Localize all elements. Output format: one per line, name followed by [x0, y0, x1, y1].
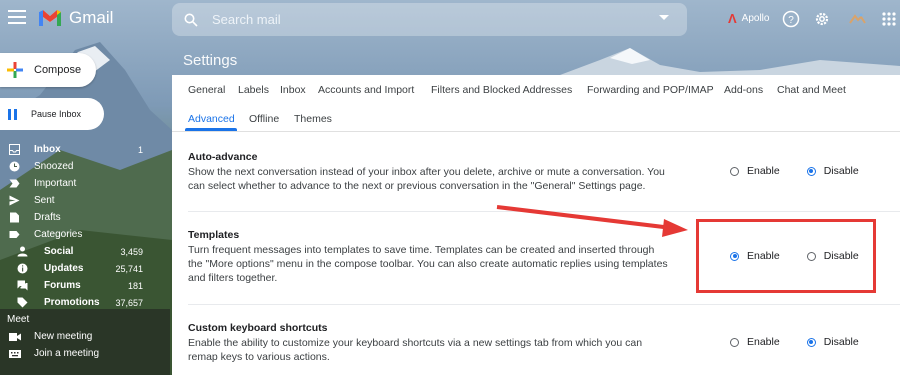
tab-inbox[interactable]: Inbox: [280, 84, 306, 96]
tab-chat-and-meet[interactable]: Chat and Meet: [777, 84, 846, 96]
pause-inbox-button[interactable]: Pause Inbox: [0, 98, 104, 130]
sidebar-item-label: Promotions: [44, 297, 100, 308]
apollo-label: Apollo: [741, 13, 770, 24]
top-header: Gmail Λ Apollo ?: [0, 0, 900, 38]
auto-advance-disable-radio[interactable]: [806, 166, 816, 176]
apollo-logo-icon: Λ: [728, 11, 737, 26]
enable-label[interactable]: Enable: [747, 165, 780, 177]
sidebar-item-label: Forums: [44, 280, 81, 291]
setting-description: Turn frequent messages into templates to…: [188, 244, 668, 284]
search-icon[interactable]: [184, 13, 198, 27]
sidebar-item-label: Categories: [34, 229, 83, 240]
sidebar-item-categories[interactable]: Categories: [0, 226, 160, 243]
tab-add-ons[interactable]: Add-ons: [724, 84, 763, 96]
inbox-icon: [9, 144, 20, 155]
svg-text:?: ?: [788, 15, 794, 26]
gmail-logo[interactable]: Gmail: [37, 8, 113, 28]
page-title: Settings: [183, 52, 238, 69]
disable-label[interactable]: Disable: [824, 165, 859, 177]
search-bar[interactable]: [172, 3, 687, 36]
sidebar-item-drafts[interactable]: Drafts: [0, 209, 160, 226]
sidebar-item-label: Inbox: [34, 144, 61, 155]
new-meeting-button[interactable]: New meeting: [0, 329, 170, 345]
gmail-m-icon: [39, 10, 61, 26]
new-meeting-label: New meeting: [34, 331, 93, 342]
send-icon: [9, 195, 20, 206]
section-divider: [188, 211, 900, 212]
apollo-extension[interactable]: Λ Apollo: [728, 11, 769, 26]
sidebar-item-label: Updates: [44, 263, 84, 274]
apps-grid-icon[interactable]: [880, 10, 898, 28]
compose-label: Compose: [34, 64, 82, 76]
gear-icon[interactable]: [813, 10, 831, 28]
auto-advance-enable-radio[interactable]: [730, 166, 739, 176]
tab-themes[interactable]: Themes: [294, 113, 332, 125]
tab-offline[interactable]: Offline: [249, 113, 279, 125]
sidebar-nav: Inbox 1 Snoozed Important Sent Drafts Ca…: [0, 141, 160, 311]
active-tab-indicator: [185, 128, 237, 131]
keyboard-shortcuts-enable-radio[interactable]: [730, 337, 739, 347]
settings-tabs: General Labels Inbox Accounts and Import…: [172, 75, 900, 132]
setting-description: Enable the ability to customize your key…: [188, 337, 643, 363]
draft-icon: [10, 212, 19, 223]
meet-title: Meet: [7, 314, 30, 325]
keyboard-icon: [9, 350, 21, 358]
people-icon: [17, 246, 28, 257]
setting-description: Show the next conversation instead of yo…: [188, 166, 665, 192]
search-input[interactable]: [212, 12, 632, 27]
annotation-highlight-box: [696, 219, 876, 293]
tab-forwarding[interactable]: Forwarding and POP/IMAP: [587, 84, 714, 96]
keyboard-shortcuts-options: Enable Disable: [730, 336, 886, 348]
sidebar-item-sent[interactable]: Sent: [0, 192, 160, 209]
enable-label[interactable]: Enable: [747, 336, 780, 348]
label-icon: [9, 231, 20, 238]
join-meeting-button[interactable]: Join a meeting: [0, 346, 170, 362]
sidebar-item-label: Important: [34, 178, 77, 189]
clock-icon: [9, 161, 20, 172]
auto-advance-options: Enable Disable: [730, 165, 886, 177]
tab-filters[interactable]: Filters and Blocked Addresses: [431, 84, 572, 96]
sidebar-item-label: Social: [44, 246, 74, 257]
pause-icon: [8, 108, 17, 120]
join-meeting-label: Join a meeting: [34, 348, 100, 359]
setting-title: Auto-advance: [188, 151, 258, 163]
pause-inbox-label: Pause Inbox: [31, 109, 82, 119]
unread-count: 1: [137, 144, 143, 155]
important-icon: [9, 179, 20, 188]
main-menu-icon[interactable]: [8, 10, 26, 26]
app-name: Gmail: [69, 8, 114, 27]
video-camera-icon: [9, 333, 21, 341]
sidebar-item-label: Drafts: [34, 212, 61, 223]
section-divider: [188, 304, 900, 305]
sidebar-item-social[interactable]: Social 3,459: [0, 243, 160, 260]
account-avatar-icon[interactable]: [848, 10, 866, 28]
tab-labels[interactable]: Labels: [238, 84, 269, 96]
plus-icon: [7, 62, 23, 78]
setting-title: Templates: [188, 229, 240, 241]
unread-count: 181: [127, 280, 143, 291]
compose-button[interactable]: Compose: [0, 53, 96, 87]
sidebar-item-label: Snoozed: [34, 161, 74, 172]
disable-label[interactable]: Disable: [824, 336, 859, 348]
sidebar-item-important[interactable]: Important: [0, 175, 160, 192]
tab-accounts-and-import[interactable]: Accounts and Import: [318, 84, 414, 96]
unread-count: 25,741: [115, 263, 143, 274]
tag-icon: [17, 297, 28, 308]
sidebar-item-snoozed[interactable]: Snoozed: [0, 158, 160, 175]
info-icon: [17, 263, 28, 274]
tab-advanced[interactable]: Advanced: [188, 113, 235, 125]
setting-title: Custom keyboard shortcuts: [188, 322, 328, 334]
keyboard-shortcuts-disable-radio[interactable]: [806, 337, 816, 347]
sidebar-item-updates[interactable]: Updates 25,741: [0, 260, 160, 277]
unread-count: 3,459: [120, 246, 143, 257]
unread-count: 37,657: [115, 297, 143, 308]
search-options-icon[interactable]: [659, 15, 669, 20]
sidebar-item-inbox[interactable]: Inbox 1: [0, 141, 160, 158]
sidebar-item-forums[interactable]: Forums 181: [0, 277, 160, 294]
meet-section: Meet New meeting Join a meeting: [0, 309, 170, 375]
help-icon[interactable]: ?: [782, 10, 800, 28]
tab-general[interactable]: General: [188, 84, 225, 96]
sidebar-item-label: Sent: [34, 195, 55, 206]
forum-icon: [17, 280, 28, 291]
